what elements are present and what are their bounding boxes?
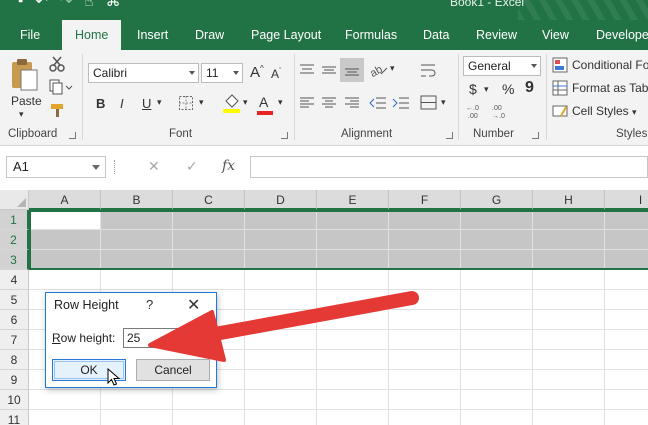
arrow-head [148,310,226,362]
excel-window: ▪ ↶ ↷ ☝ ⌘ Book1 - Excel File Home Insert… [0,0,648,425]
red-arrow-annotation [148,291,419,362]
arrow-shaft [208,291,419,341]
